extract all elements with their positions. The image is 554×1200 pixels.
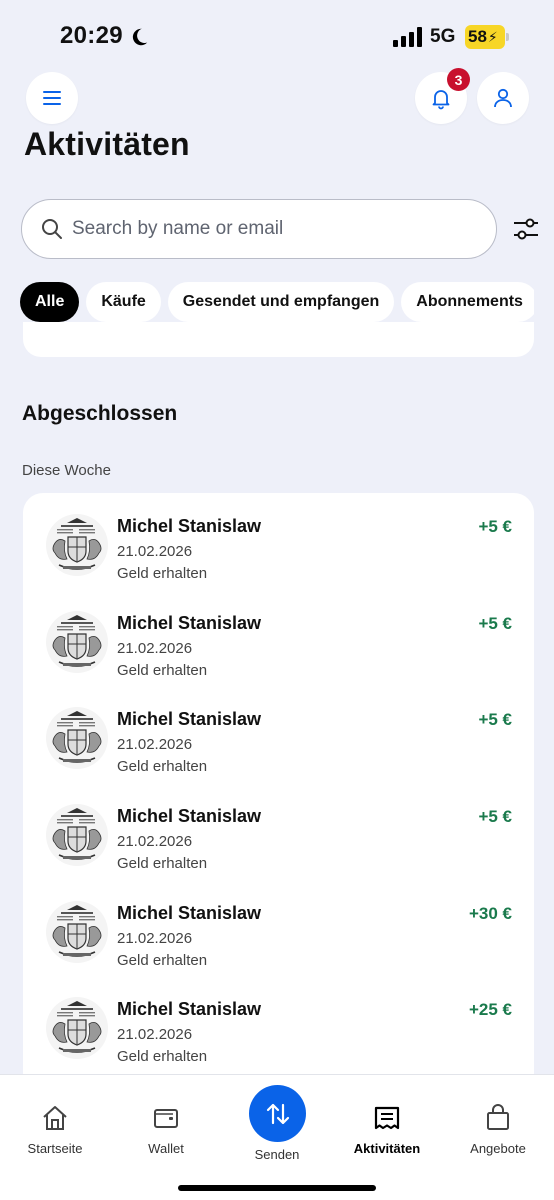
transaction-amount: +5 € [478, 710, 512, 729]
transaction-name: Michel Stanislaw [117, 999, 262, 1019]
battery-indicator: 58 ⚡ [465, 25, 505, 49]
transaction-row[interactable]: Michel Stanislaw 21.02.2026 Geld erhalte… [23, 976, 534, 1072]
transaction-date: 21.02.2026 [117, 930, 193, 947]
chip-gesendet-empfangen[interactable]: Gesendet und empfangen [167, 282, 395, 322]
shopping-bag-icon [487, 1104, 509, 1130]
moon-icon [132, 28, 148, 46]
transaction-name: Michel Stanislaw [117, 613, 262, 633]
home-indicator [178, 1185, 376, 1191]
bell-icon [432, 90, 450, 110]
transaction-amount: +5 € [478, 517, 512, 536]
coat-of-arms-avatar [45, 513, 109, 577]
filter-chips: Alle Käufe Gesendet und empfangen Abonnemen… [20, 282, 534, 322]
nav-label-wallet: Wallet [148, 1141, 184, 1156]
transaction-type: Geld erhalten [117, 855, 208, 872]
transaction-type: Geld erhalten [117, 1048, 208, 1065]
chip-kaeufe[interactable]: Käufe [86, 282, 161, 322]
battery-level: 58 [468, 27, 487, 46]
profile-button[interactable] [477, 72, 529, 124]
signal-icon [393, 27, 422, 47]
nav-wallet[interactable]: Wallet [111, 1099, 221, 1156]
transaction-row[interactable]: Michel Stanislaw 21.02.2026 Geld erhalte… [23, 686, 534, 782]
transactions-list: Michel Stanislaw 21.02.2026 Geld erhalte… [23, 493, 534, 1093]
nav-label-send: Senden [254, 1147, 300, 1162]
menu-button[interactable] [26, 72, 78, 124]
coat-of-arms-avatar [45, 610, 109, 674]
coat-of-arms-avatar [45, 996, 109, 1060]
battery-tip [506, 33, 509, 41]
transaction-row[interactable]: Michel Stanislaw 21.02.2026 Geld erhalte… [23, 783, 534, 879]
transaction-amount: +5 € [478, 807, 512, 826]
bottom-nav: Startseite Wallet Senden Aktivitäten Ang… [0, 1074, 554, 1200]
search-icon [42, 219, 62, 239]
pending-card-partial [23, 322, 534, 357]
transaction-amount: +25 € [468, 1000, 512, 1019]
nav-aktivitaeten[interactable]: Aktivitäten [332, 1099, 442, 1156]
nav-label-activity: Aktivitäten [353, 1141, 421, 1156]
transaction-row[interactable]: Michel Stanislaw 21.02.2026 Geld erhalte… [23, 493, 534, 589]
status-bar: 20:29 5G 58 ⚡ [0, 0, 554, 70]
transaction-date: 21.02.2026 [117, 833, 193, 850]
coat-of-arms-avatar [45, 900, 109, 964]
chip-abonnements[interactable]: Abonnements [401, 282, 534, 322]
send-button[interactable] [249, 1085, 306, 1142]
transaction-amount: +30 € [468, 904, 512, 923]
transaction-row[interactable]: Michel Stanislaw 21.02.2026 Geld erhalte… [23, 880, 534, 976]
transaction-amount: +5 € [478, 614, 512, 633]
transaction-type: Geld erhalten [117, 952, 208, 969]
transaction-type: Geld erhalten [117, 758, 208, 775]
wallet-icon [154, 1109, 178, 1128]
transaction-date: 21.02.2026 [117, 640, 193, 657]
hamburger-menu-icon [43, 91, 61, 105]
week-subheading: Diese Woche [22, 462, 111, 479]
search-input[interactable] [72, 218, 452, 240]
page-title: Aktivitäten [24, 126, 190, 162]
coat-of-arms-avatar [45, 706, 109, 770]
notification-badge: 3 [447, 68, 470, 91]
transaction-date: 21.02.2026 [117, 1026, 193, 1043]
chip-alle[interactable]: Alle [20, 282, 80, 322]
network-type: 5G [430, 26, 456, 47]
receipt-icon [374, 1106, 400, 1130]
nav-angebote[interactable]: Angebote [443, 1099, 553, 1156]
transaction-date: 21.02.2026 [117, 736, 193, 753]
coat-of-arms-avatar [45, 803, 109, 867]
transaction-type: Geld erhalten [117, 662, 208, 679]
transaction-name: Michel Stanislaw [117, 806, 262, 826]
search-bar[interactable] [21, 199, 497, 259]
transaction-type: Geld erhalten [117, 565, 208, 582]
nav-startseite[interactable]: Startseite [0, 1099, 110, 1156]
charging-bolt-icon: ⚡ [487, 28, 498, 45]
filter-sliders-icon[interactable] [512, 216, 540, 242]
nav-label-offers: Angebote [470, 1141, 526, 1156]
transaction-date: 21.02.2026 [117, 543, 193, 560]
home-icon [43, 1106, 67, 1130]
user-icon [494, 88, 512, 108]
transaction-name: Michel Stanislaw [117, 516, 262, 536]
status-time: 20:29 [60, 22, 123, 49]
transaction-row[interactable]: Michel Stanislaw 21.02.2026 Geld erhalte… [23, 590, 534, 686]
swap-arrows-icon [266, 1103, 289, 1124]
transaction-name: Michel Stanislaw [117, 709, 262, 729]
nav-label-home: Startseite [27, 1141, 83, 1156]
transaction-name: Michel Stanislaw [117, 903, 262, 923]
section-heading: Abgeschlossen [22, 402, 178, 425]
